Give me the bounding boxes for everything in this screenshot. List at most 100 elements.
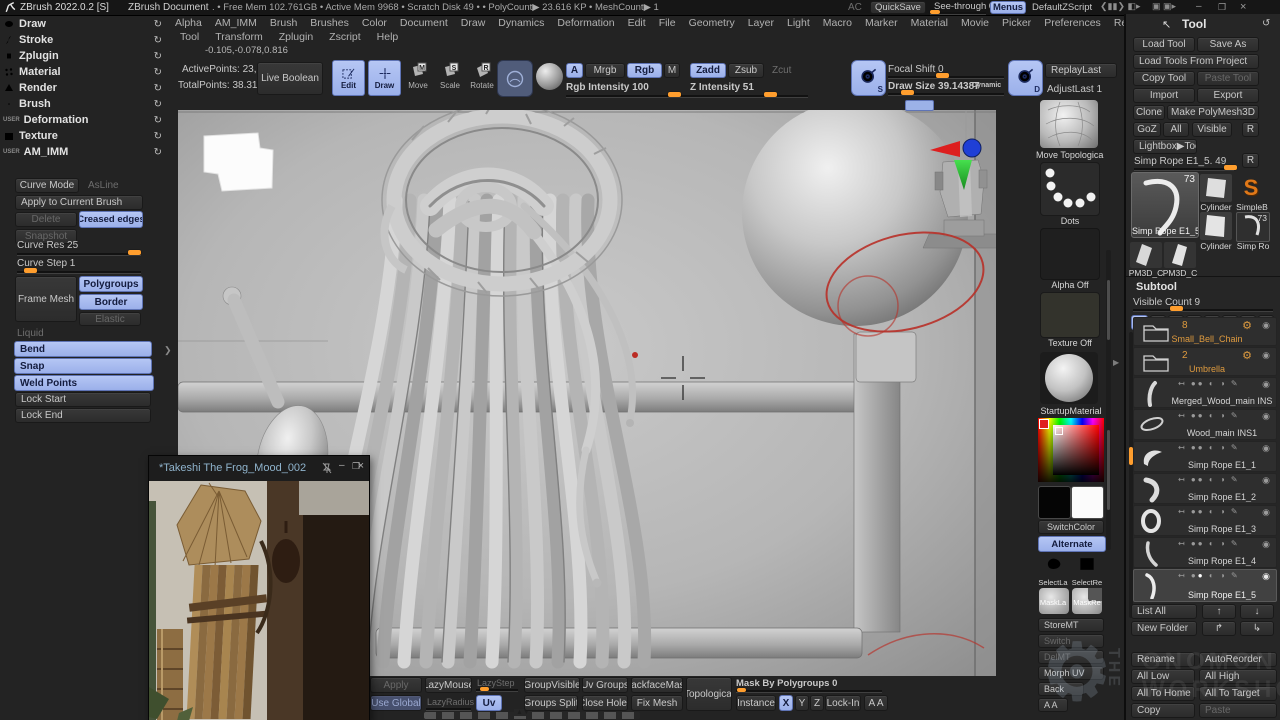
apply-button[interactable]: Apply	[370, 677, 422, 693]
visibility-eye-icon[interactable]: ◉	[1262, 475, 1270, 486]
paste-subtool-button[interactable]: Paste	[1199, 703, 1277, 718]
subtool-row-icon-strip[interactable]: ↤ ●● ◐ ◑ ✎	[1178, 539, 1240, 548]
menu-material[interactable]: Material	[911, 17, 948, 30]
tray-item-draw[interactable]: Draw↻	[0, 16, 170, 32]
z-intensity-handle[interactable]	[764, 92, 777, 97]
restore-config-icon[interactable]: ↻	[154, 115, 162, 126]
subtool-row-icon-strip[interactable]: ↤ ●● ◐ ◑ ✎	[1178, 379, 1240, 388]
current-brush-thumb[interactable]	[1040, 100, 1098, 148]
draw-button[interactable]: Draw	[368, 60, 401, 96]
snap-button[interactable]: Snap	[14, 358, 152, 374]
frame-mesh-button[interactable]: Frame Mesh	[15, 276, 77, 322]
subtool-row-mesh[interactable]: ↤ ●● ◐ ◑ ✎ ◉ Simp Rope E1_1	[1133, 441, 1277, 472]
secondary-color-swatch[interactable]	[1071, 486, 1104, 519]
bend-button[interactable]: Bend	[14, 341, 152, 357]
menu-document[interactable]: Document	[400, 17, 448, 30]
del-mt-button[interactable]: DelMT	[1038, 650, 1104, 664]
main-color-swatch[interactable]	[1038, 486, 1071, 519]
goz-r-button[interactable]: R	[1242, 122, 1259, 137]
menu-light[interactable]: Light	[787, 17, 810, 30]
subtool-row-mesh-selected[interactable]: ↤ ●● ◐ ◑ ✎ ◉ Simp Rope E1_5	[1133, 569, 1277, 602]
asline-label[interactable]: AsLine	[88, 180, 119, 191]
brush-preview-button[interactable]	[497, 60, 533, 97]
lock-in-button[interactable]: Lock-In	[825, 695, 861, 711]
focal-shift-handle[interactable]	[936, 73, 949, 78]
subtool-row-folder[interactable]: 8 ⚙ ◉ Small_Bell_Chain	[1133, 317, 1277, 346]
backface-mask-button[interactable]: BackfaceMask	[631, 677, 683, 693]
draw-size-handle[interactable]	[901, 90, 914, 95]
menu-macro[interactable]: Macro	[823, 17, 852, 30]
mask-by-polygroups-handle[interactable]	[737, 688, 746, 692]
zadd-button[interactable]: Zadd	[690, 63, 726, 78]
zcut-label[interactable]: Zcut	[772, 65, 791, 76]
visibility-eye-icon[interactable]: ◉	[1262, 443, 1270, 454]
menu-color[interactable]: Color	[362, 17, 387, 30]
make-polymesh3d-button[interactable]: Make PolyMesh3D	[1167, 105, 1259, 120]
topological-button[interactable]: Topological	[686, 677, 732, 711]
fix-mesh-button[interactable]: Fix Mesh	[631, 695, 683, 711]
subtool-row-icon-strip[interactable]: ↤ ●● ◐ ◑ ✎	[1178, 475, 1240, 484]
tool-thumb-simpleb[interactable]: S	[1236, 174, 1266, 202]
active-tool-handle[interactable]	[1224, 165, 1237, 170]
reference-window[interactable]: *Takeshi The Frog_Mood_002 – ❐ × × ×	[148, 455, 370, 720]
polygroups-button[interactable]: Polygroups	[79, 276, 143, 292]
menu-zscript[interactable]: Zscript	[329, 31, 361, 44]
pin-icon[interactable]	[321, 462, 333, 474]
restore-config-icon[interactable]: ↻	[154, 131, 162, 142]
sv-selector[interactable]	[1055, 427, 1063, 435]
goz-all-button[interactable]: All	[1163, 122, 1189, 137]
tool-thumb-pm3d-1[interactable]	[1130, 242, 1162, 268]
subtool-row-folder[interactable]: 2 ⚙ ◉ Umbrella	[1133, 347, 1277, 376]
import-button[interactable]: Import	[1133, 88, 1195, 103]
canvas-hscroll-elevator[interactable]	[905, 100, 934, 111]
live-boolean-button[interactable]: Live Boolean	[257, 62, 323, 95]
subtool-row-icon-strip[interactable]: ↤ ●● ◐ ◑ ✎	[1178, 443, 1240, 452]
restore-config-icon[interactable]: ↻	[154, 19, 162, 30]
tool-thumb-pm3d-2[interactable]	[1164, 242, 1196, 268]
elastic-button[interactable]: Elastic	[79, 312, 141, 326]
active-tool-slider[interactable]	[1134, 168, 1234, 171]
copy-tool-button[interactable]: Copy Tool	[1133, 71, 1195, 86]
sphere-subtool[interactable]	[742, 110, 968, 326]
widget-scroll-thumb[interactable]	[1107, 280, 1110, 340]
subtool-row-mesh[interactable]: ↤ ●● ◐ ◑ ✎ ◉ Simp Rope E1_2	[1133, 473, 1277, 504]
see-through-handle[interactable]	[930, 10, 940, 14]
tool-thumb-cylinder2[interactable]	[1200, 212, 1232, 240]
switch-color-button[interactable]: SwitchColor	[1038, 520, 1104, 534]
all-low-button[interactable]: All Low	[1131, 669, 1195, 684]
tray-item-texture[interactable]: Texture↻	[0, 128, 170, 144]
menu-geometry[interactable]: Geometry	[689, 17, 735, 30]
lightbox-tools-button[interactable]: Lightbox▶Tools	[1133, 139, 1197, 154]
select-lasso-button[interactable]	[1039, 554, 1069, 578]
menu-draw[interactable]: Draw	[461, 17, 486, 30]
menu-help[interactable]: Help	[377, 31, 399, 44]
close-icon[interactable]: ×	[358, 460, 364, 472]
menu-layer[interactable]: Layer	[748, 17, 774, 30]
goz-button[interactable]: GoZ	[1133, 122, 1161, 137]
menu-zplugin[interactable]: Zplugin	[279, 31, 313, 44]
tray-item-material[interactable]: Material↻	[0, 64, 170, 80]
weld-points-button[interactable]: Weld Points	[14, 375, 154, 391]
rgb-intensity-handle[interactable]	[668, 92, 681, 97]
lock-start-button[interactable]: Lock Start	[15, 392, 151, 407]
liquid-label[interactable]: Liquid	[17, 328, 44, 339]
visibility-eye-icon[interactable]: ◉	[1262, 571, 1270, 582]
dots-settings-button[interactable]: D	[1008, 60, 1043, 96]
side-aa-button[interactable]: A A	[1038, 698, 1068, 712]
y-axis-button[interactable]: Y	[795, 695, 809, 711]
current-material-thumb[interactable]	[1040, 352, 1098, 404]
rgb-button[interactable]: Rgb	[627, 63, 662, 78]
ref-minimize-icon[interactable]: –	[339, 460, 345, 471]
visibility-eye-icon[interactable]: ◉	[1262, 320, 1270, 331]
menu-tool[interactable]: Tool	[180, 31, 199, 44]
current-stroke-thumb[interactable]	[1040, 162, 1100, 216]
subtool-header[interactable]: Subtool	[1136, 281, 1177, 293]
lazy-radius-slider[interactable]	[426, 708, 471, 711]
lock-end-button[interactable]: Lock End	[15, 408, 151, 423]
tool-thumb-cylinder1[interactable]	[1200, 174, 1232, 202]
store-mt-button[interactable]: StoreMT	[1038, 618, 1104, 632]
lazy-mouse-button[interactable]: LazyMouse	[425, 677, 472, 693]
morph-uv-button[interactable]: Morph UV	[1038, 666, 1104, 680]
subtool-row-icon-strip[interactable]: ↤ ●● ◐ ◑ ✎	[1178, 411, 1240, 420]
tray-item-am-imm[interactable]: USERAM_IMM↻	[0, 144, 170, 160]
